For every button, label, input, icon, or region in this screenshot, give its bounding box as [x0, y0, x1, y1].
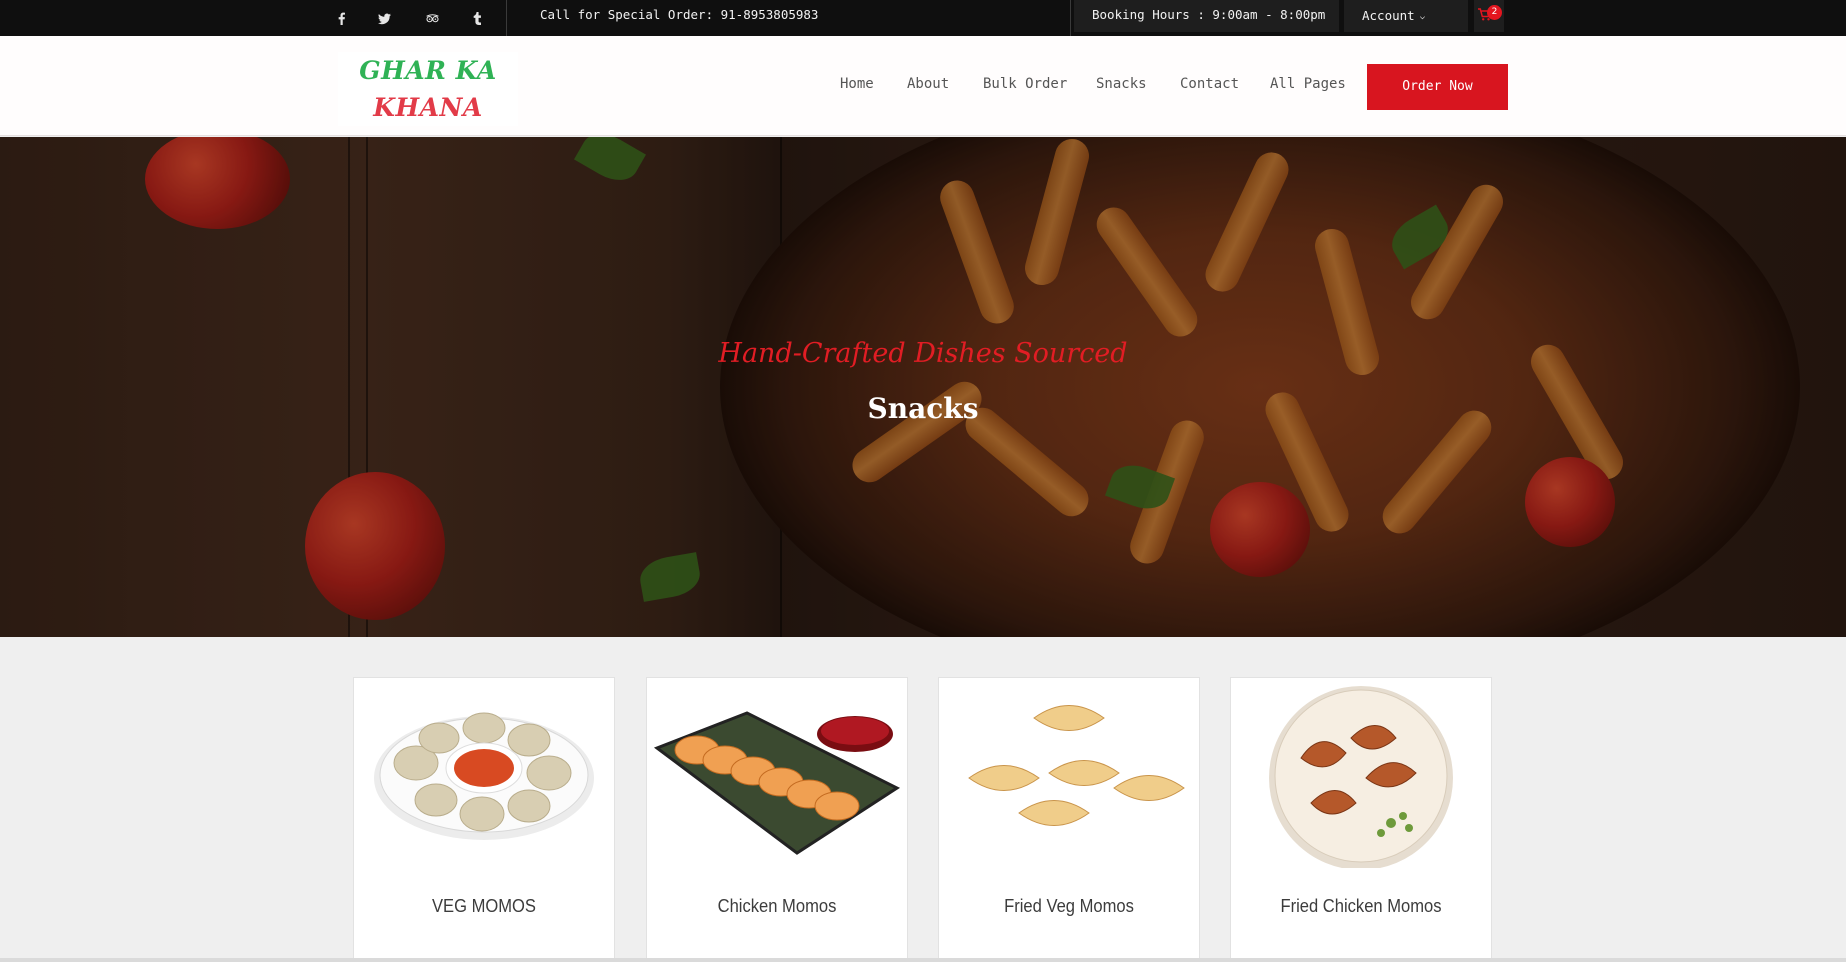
nav-bulk-order[interactable]: Bulk Order	[983, 76, 1067, 96]
hero-title: Snacks	[867, 392, 979, 425]
twitter-icon[interactable]	[364, 0, 404, 36]
product-name: Fried Chicken Momos	[1280, 896, 1442, 916]
hero-subtitle: Hand-Crafted Dishes Sourced	[718, 338, 1128, 369]
hero-banner: Hand-Crafted Dishes Sourced Snacks	[0, 137, 1846, 637]
top-bar-divider	[506, 0, 507, 36]
booking-hours: Booking Hours : 9:00am - 8:00pm	[1074, 0, 1339, 32]
horizontal-scrollbar[interactable]	[0, 958, 1846, 962]
nav-contact[interactable]: Contact	[1180, 76, 1239, 96]
cart-count-badge: 2	[1487, 5, 1502, 20]
logo-line-2: KHANA	[373, 93, 483, 122]
facebook-icon[interactable]	[321, 0, 361, 36]
product-image	[374, 712, 594, 840]
nav-home[interactable]: Home	[840, 76, 874, 96]
top-bar: Call for Special Order: 91-8953805983 Bo…	[0, 0, 1846, 36]
top-bar-divider	[1070, 0, 1071, 36]
nav-snacks[interactable]: Snacks	[1096, 76, 1147, 96]
product-card[interactable]: Fried Chicken Momos	[1230, 677, 1492, 962]
nav-all-pages[interactable]: All Pages	[1270, 76, 1346, 96]
account-label: Account	[1362, 8, 1415, 23]
site-logo[interactable]: GHAR KA KHANA	[338, 52, 518, 126]
product-name: VEG MOMOS	[432, 896, 536, 916]
product-name: Chicken Momos	[717, 896, 837, 916]
product-name: Fried Veg Momos	[1004, 896, 1134, 916]
product-image	[968, 705, 1185, 826]
tumblr-icon[interactable]	[457, 0, 497, 36]
product-card[interactable]: VEG MOMOS	[353, 677, 615, 962]
special-order-phone: Call for Special Order: 91-8953805983	[540, 7, 819, 22]
product-image	[1269, 686, 1453, 868]
order-now-button[interactable]: Order Now	[1367, 64, 1508, 110]
cart-button[interactable]: 2	[1474, 0, 1504, 32]
product-card[interactable]: Fried Veg Momos	[938, 677, 1200, 962]
main-header: GHAR KA KHANA Home About Bulk Order Snac…	[0, 36, 1846, 136]
nav-about[interactable]: About	[907, 76, 949, 96]
tripadvisor-icon[interactable]	[412, 0, 452, 36]
chevron-down-icon: ⌵	[1419, 12, 1426, 22]
logo-line-1: GHAR KA	[359, 56, 497, 85]
booking-hours-text: Booking Hours : 9:00am - 8:00pm	[1092, 7, 1326, 22]
account-dropdown[interactable]: Account ⌵	[1344, 0, 1468, 32]
product-image	[653, 711, 901, 855]
product-card[interactable]: Chicken Momos	[646, 677, 908, 962]
